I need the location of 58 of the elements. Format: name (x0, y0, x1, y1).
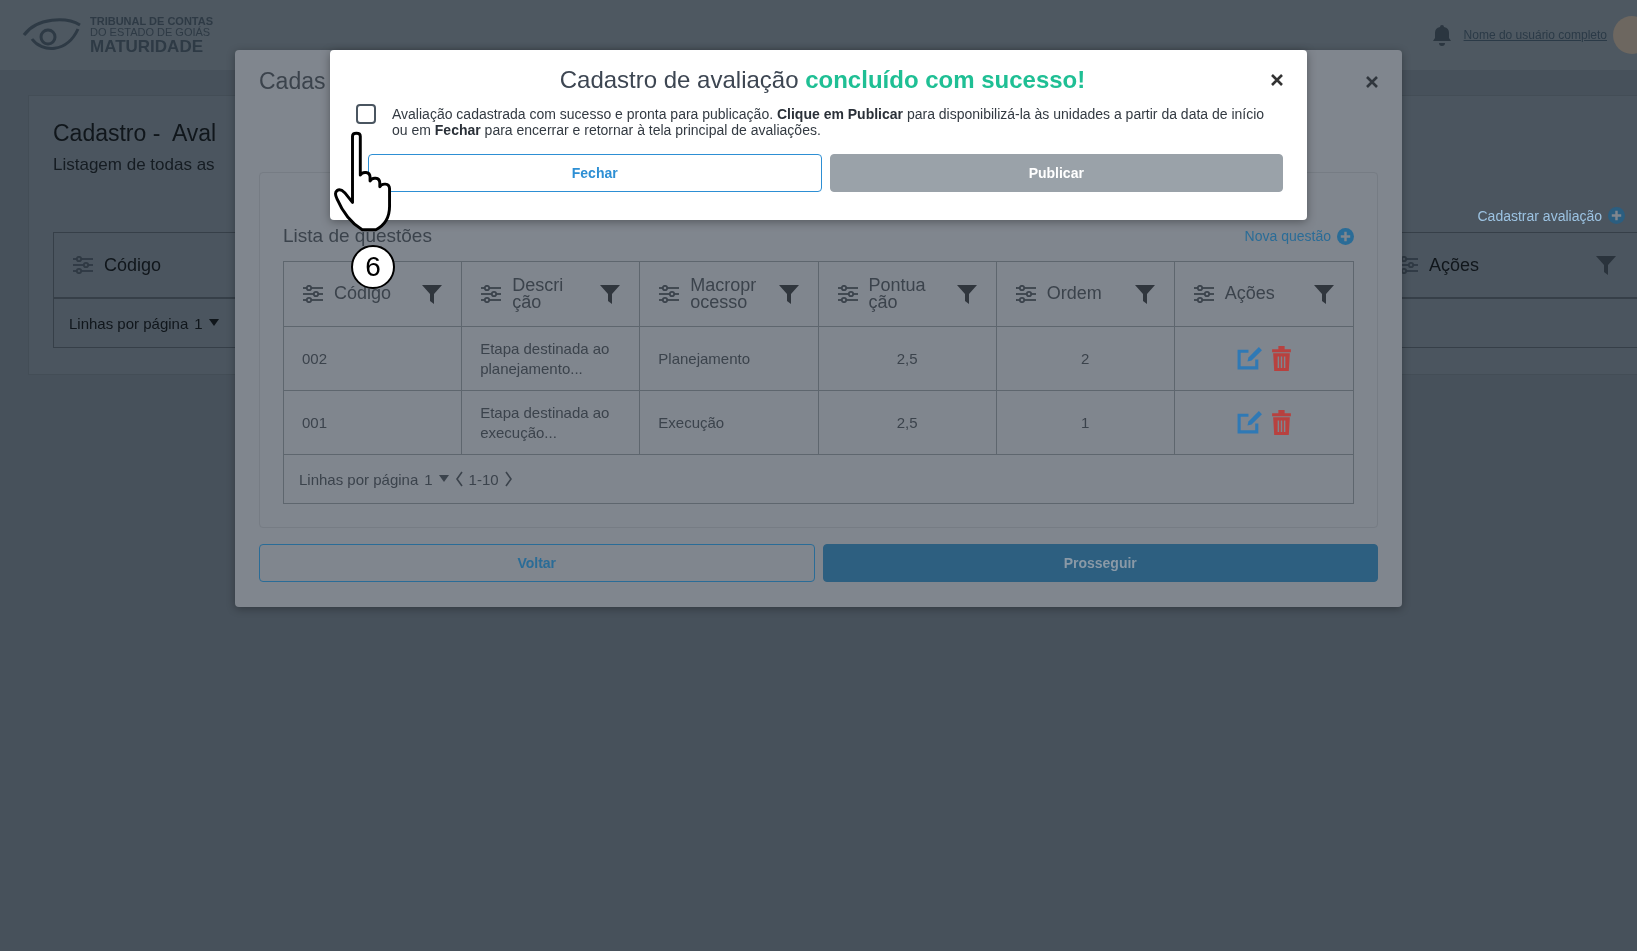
section-title: Lista de questões (283, 225, 432, 247)
caret-icon[interactable] (208, 319, 219, 327)
rows-per-page-label: Linhas por página (299, 470, 419, 488)
page-title: Cadastro - Aval (53, 120, 217, 147)
table-cell: Etapa destinada ao execução... (462, 391, 641, 455)
table-cell: 001 (284, 391, 463, 455)
filter-icon[interactable] (777, 283, 800, 305)
filter-icon[interactable] (1133, 283, 1156, 305)
page-size-select[interactable]: 1 (424, 470, 433, 488)
trash-icon[interactable] (1270, 410, 1292, 435)
close-icon[interactable] (1271, 74, 1283, 86)
bell-icon[interactable] (1431, 24, 1452, 46)
page-size-select[interactable]: 1 (194, 314, 203, 332)
table-cell: Execução (640, 391, 819, 455)
table-cell: 1 (996, 391, 1175, 455)
trash-icon[interactable] (1270, 346, 1292, 371)
sliders-icon (1192, 285, 1215, 303)
sliders-icon (836, 285, 859, 303)
proceed-button[interactable]: Prosseguir (822, 544, 1378, 582)
filter-icon[interactable] (1595, 254, 1617, 276)
add-evaluation-link[interactable]: Cadastrar avaliação (1477, 207, 1602, 224)
back-button[interactable]: Voltar (259, 544, 815, 582)
chevron-right-icon[interactable] (504, 471, 513, 487)
rows-per-page-label: Linhas por página (69, 314, 189, 332)
filter-icon[interactable] (421, 283, 444, 305)
column-header[interactable]: Ações (1428, 254, 1479, 276)
modal-title: Cadas (259, 68, 326, 95)
column-header[interactable]: Pontua ção (868, 276, 946, 312)
table-cell: Etapa destinada ao planejamento... (462, 327, 641, 391)
table-cell: 2,5 (818, 391, 997, 455)
sliders-icon (72, 256, 94, 274)
table-cell: 2 (996, 327, 1175, 391)
column-header[interactable]: Descri ção (512, 276, 590, 312)
filter-icon[interactable] (1313, 283, 1335, 305)
dialog-message: Avaliação cadastrada com sucesso e pronta para publicação. Clique em Publicar para disponibilizá-la às unidades a partir da data de início ou em Fechar para encerrar e retornar à tela principal de avaliações. (392, 106, 1266, 139)
table-cell: Planejamento (640, 327, 819, 391)
sliders-icon (480, 285, 503, 303)
table-cell: 2,5 (818, 327, 997, 391)
plus-circle-icon[interactable] (1608, 207, 1625, 224)
filter-icon[interactable] (599, 283, 622, 305)
sliders-icon (658, 285, 681, 303)
filter-icon[interactable] (955, 283, 978, 305)
column-header[interactable]: Ordem (1046, 285, 1124, 303)
close-dialog-button[interactable]: Fechar (368, 154, 822, 193)
plus-circle-icon[interactable] (1337, 227, 1354, 245)
chevron-left-icon[interactable] (454, 471, 463, 487)
column-header[interactable]: Macropr ocesso (690, 276, 768, 312)
sliders-icon (1014, 285, 1037, 303)
caret-icon[interactable] (438, 475, 449, 483)
sliders-icon (302, 285, 324, 303)
column-header[interactable]: Ações (1224, 285, 1303, 303)
page-subtitle: Listagem de todas as (53, 155, 215, 175)
table-cell: 002 (284, 327, 463, 391)
new-question-link[interactable]: Nova questão (1244, 228, 1331, 244)
checkbox[interactable] (356, 104, 376, 124)
column-header[interactable]: Código (104, 254, 162, 276)
dialog-title: Cadastro de avaliação concluído com sucesso! (558, 66, 1087, 94)
page-range: 1-10 (468, 470, 499, 488)
